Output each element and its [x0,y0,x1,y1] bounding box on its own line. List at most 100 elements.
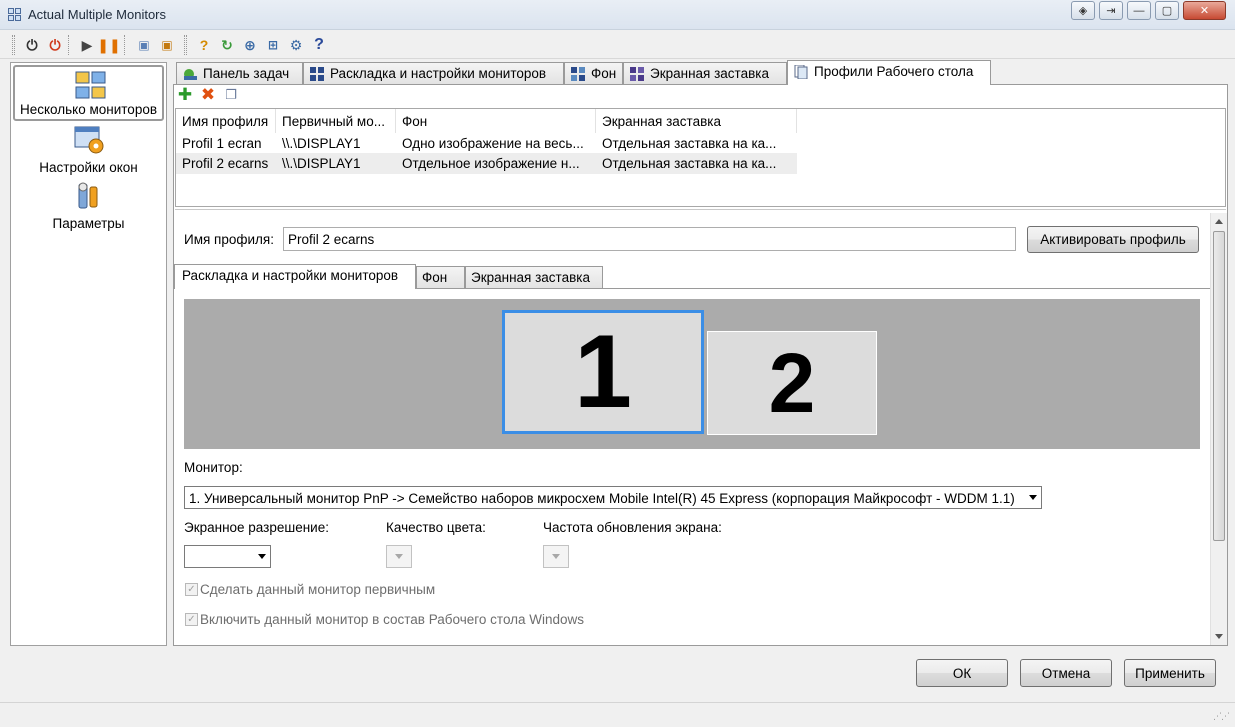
column-header[interactable]: Фон [396,109,596,133]
cell-screensaver: Отдельная заставка на ка... [602,156,777,171]
primary-monitor-label: Сделать данный монитор первичным [200,582,436,597]
include-monitor-checkbox[interactable]: ✓ [185,613,198,626]
toolbar-grip [184,35,187,55]
chevron-down-icon [258,554,266,559]
nav-item-window-settings[interactable]: Настройки окон [13,121,164,177]
nav-item-parameters[interactable]: Параметры [13,177,164,233]
nav-label: Параметры [52,216,125,231]
pin-icon[interactable]: ◈ [1071,1,1095,20]
monitor-select-value: 1. Универсальный монитор PnP -> Семейств… [189,491,1015,506]
nav-item-multiple-monitors[interactable]: Несколько мониторов [13,65,164,121]
table-row[interactable]: Profil 1 ecran \\.\DISPLAY1 Одно изображ… [176,133,797,154]
subtab-layout[interactable]: Раскладка и настройки мониторов [174,264,416,289]
include-monitor-label: Включить данный монитор в состав Рабочег… [200,612,585,627]
tab-label: Экранная заставка [650,66,769,81]
screensaver-icon [630,67,644,81]
title-bar: Actual Multiple Monitors ◈ ⇥ — ▢ ✕ [0,0,1235,30]
cancel-button[interactable]: Отмена [1020,659,1112,687]
monitor-layout-area: 1 2 [184,299,1200,449]
column-header[interactable]: Имя профиля [176,109,276,133]
cell-background: Одно изображение на весь... [402,136,584,151]
monitor-2[interactable]: 2 [707,331,877,435]
vertical-scrollbar[interactable] [1210,213,1227,645]
taskbar-icon [184,69,197,80]
close-button[interactable]: ✕ [1183,1,1226,20]
color-quality-label: Качество цвета: [386,520,486,535]
cell-profile-name: Profil 2 ecarns [182,156,269,171]
tab-label: Панель задач [203,66,290,81]
profile-switch-icon[interactable]: ▣ [156,34,178,56]
column-header[interactable]: Первичный мо... [276,109,396,133]
toolbar-grip [12,35,15,55]
monitor-select[interactable]: 1. Универсальный монитор PnP -> Семейств… [184,486,1042,509]
subtab-background[interactable]: Фон [416,266,465,288]
play-icon[interactable]: ▶ [76,34,98,56]
cell-primary-monitor: \\.\DISPLAY1 [282,136,361,151]
chevron-down-icon [395,554,403,559]
tab-layout[interactable]: Раскладка и настройки мониторов [303,62,564,84]
question-icon[interactable]: ? [308,34,330,56]
layout-icon [310,67,324,81]
hotkey-icon[interactable]: ▣ [133,34,155,56]
help-icon[interactable]: ? [193,34,215,56]
profile-name-label: Имя профиля: [184,232,274,247]
status-bar: ⋰⋰ [0,702,1235,727]
cell-background: Отдельное изображение н... [402,156,580,171]
splitter[interactable] [175,209,1226,212]
cell-primary-monitor: \\.\DISPLAY1 [282,156,361,171]
background-icon [571,67,585,81]
monitor-1[interactable]: 1 [502,310,704,434]
color-quality-select[interactable] [386,545,412,568]
resize-grip-icon[interactable]: ⋰⋰ [1213,711,1230,722]
primary-monitor-checkbox[interactable]: ✓ [185,583,198,596]
subtab-screensaver[interactable]: Экранная заставка [465,266,603,288]
move-window-icon[interactable]: ⇥ [1099,1,1123,20]
minimize-button[interactable]: — [1127,1,1151,20]
web-icon[interactable]: ⊕ [239,34,261,56]
power-icon[interactable]: ⏻ [21,34,43,56]
left-navigation: Несколько мониторов Настройки окон Парам… [10,62,167,646]
tab-label: Фон [591,66,617,81]
ok-button[interactable]: ОК [916,659,1008,687]
monitors-icon[interactable]: ⊞ [262,34,284,56]
refresh-rate-select[interactable] [543,545,569,568]
copy-profile-icon[interactable]: ❐ [222,86,240,104]
table-row[interactable]: Profil 2 ecarns \\.\DISPLAY1 Отдельное и… [176,153,797,174]
column-header[interactable]: Экранная заставка [596,109,797,133]
pause-icon[interactable]: ❚❚ [97,34,120,56]
tab-desktop-profiles[interactable]: Профили Рабочего стола [787,60,991,85]
profiles-icon [794,65,808,79]
profile-name-input[interactable]: Profil 2 ecarns [283,227,1016,251]
delete-profile-icon[interactable]: ✖ [199,85,217,104]
tools-icon [78,182,98,209]
scrollbar-thumb[interactable] [1213,231,1225,541]
apply-button[interactable]: Применить [1124,659,1216,687]
scroll-up-icon[interactable] [1215,219,1223,224]
resolution-select[interactable] [184,545,271,568]
maximize-button[interactable]: ▢ [1155,1,1179,20]
chevron-down-icon [1029,495,1037,500]
settings-icon[interactable]: ⚙ [285,34,307,56]
tab-taskbar[interactable]: Панель задач [176,62,303,84]
refresh-icon[interactable]: ↻ [216,34,238,56]
app-icon [8,8,22,22]
scroll-down-icon[interactable] [1215,634,1223,639]
chevron-down-icon [552,554,560,559]
activate-profile-button[interactable]: Активировать профиль [1027,226,1199,253]
tab-screensaver[interactable]: Экранная заставка [623,62,787,84]
window-settings-icon [74,126,104,154]
tab-label: Раскладка и настройки мониторов [330,66,547,81]
cell-screensaver: Отдельная заставка на ка... [602,136,777,151]
add-profile-icon[interactable]: ✚ [176,85,194,104]
tab-label: Профили Рабочего стола [814,64,974,79]
toolbar: ⏻ ⏻ ▶ ❚❚ ▣ ▣ ? ↻ ⊕ ⊞ ⚙ ? [0,31,1235,59]
nav-label: Несколько мониторов [19,102,158,117]
stop-icon[interactable]: ⏻ [44,34,66,56]
cell-profile-name: Profil 1 ecran [182,136,262,151]
monitor-label: Монитор: [184,460,243,475]
window-title: Actual Multiple Monitors [28,7,166,22]
toolbar-separator [124,35,125,55]
tab-background[interactable]: Фон [564,62,623,84]
toolbar-separator [68,35,69,55]
resolution-label: Экранное разрешение: [184,520,329,535]
